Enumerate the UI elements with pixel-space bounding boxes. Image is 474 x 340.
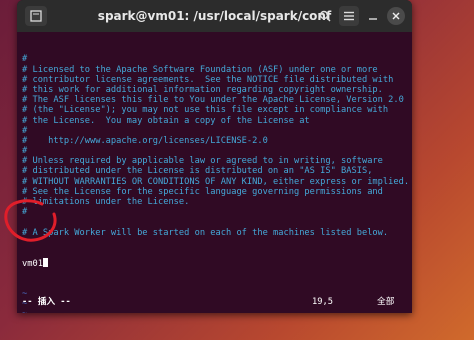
- close-icon[interactable]: [387, 7, 405, 25]
- file-line: # The ASF licenses this file to You unde…: [22, 95, 404, 106]
- file-line: # WITHOUT WARRANTIES OR CONDITIONS OF AN…: [22, 176, 410, 187]
- file-line: #: [22, 207, 28, 218]
- terminal-window: spark@vm01: /usr/local/spark/conf # # Lic…: [17, 0, 412, 313]
- minimize-icon[interactable]: [363, 6, 383, 26]
- scroll-indicator: 全部: [377, 296, 395, 307]
- file-line: # A Spark Worker will be started on each…: [22, 227, 389, 238]
- new-tab-icon[interactable]: [25, 6, 47, 26]
- insert-mode-indicator: -- 插入 --: [22, 296, 71, 307]
- file-line: # contributor license agreements. See th…: [22, 74, 394, 85]
- file-line: # limitations under the License.: [22, 197, 190, 208]
- file-line: # http://www.apache.org/licenses/LICENSE…: [22, 135, 268, 146]
- file-line: #: [22, 54, 28, 65]
- file-line: # (the "License"); you may not use this …: [22, 105, 389, 116]
- current-line-text: vm01: [22, 259, 43, 270]
- file-line: # distributed under the License is distr…: [22, 166, 373, 177]
- vim-status-line: -- 插入 -- 19,5 全部: [22, 297, 407, 307]
- file-line: # the License. You may obtain a copy of …: [22, 115, 310, 126]
- file-line: # Licensed to the Apache Software Founda…: [22, 64, 378, 75]
- cursor-position: 19,5: [312, 296, 333, 307]
- title-bar: spark@vm01: /usr/local/spark/conf: [17, 0, 412, 32]
- file-line: #: [22, 125, 28, 136]
- hamburger-menu-icon[interactable]: [339, 6, 359, 26]
- file-lines: # # Licensed to the Apache Software Found…: [22, 54, 410, 238]
- search-icon[interactable]: [315, 6, 335, 26]
- file-line: #: [22, 146, 28, 157]
- window-title: spark@vm01: /usr/local/spark/conf: [97, 9, 332, 23]
- file-line: # See the License for the specific langu…: [22, 186, 383, 197]
- terminal-content[interactable]: # # Licensed to the Apache Software Found…: [17, 32, 412, 313]
- file-line: # this work for additional information r…: [22, 84, 383, 95]
- text-cursor: [42, 258, 48, 268]
- tilde-marker: ~: [22, 309, 407, 313]
- file-line: [22, 217, 407, 227]
- file-line: # Unless required by applicable law or a…: [22, 156, 383, 167]
- current-line: vm01: [22, 258, 407, 270]
